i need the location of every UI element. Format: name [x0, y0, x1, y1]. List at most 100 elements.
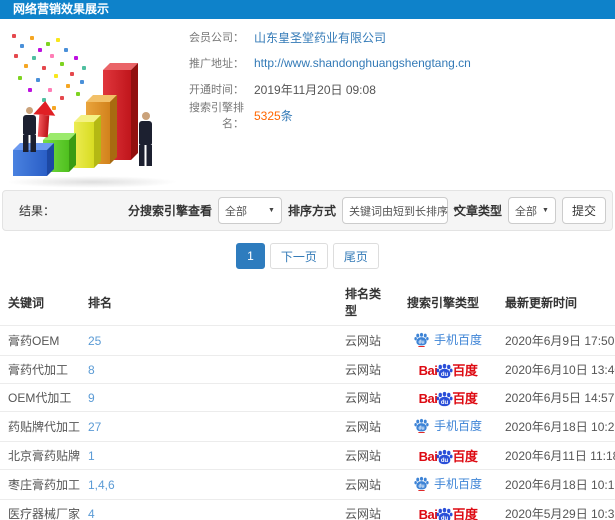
engine-filter-selected-value: 全部	[224, 205, 247, 218]
engine-filter-select[interactable]: 全部 ▼	[217, 197, 282, 224]
table-row: OEM代加工 9 云网站 Bai du 百度 2020年6月5日 14:57	[0, 383, 615, 412]
bar-chart-illustration	[0, 28, 190, 188]
page: { "header": { "title": "网络营销效果展示" }, "in…	[0, 0, 615, 520]
rank-link[interactable]: 25	[88, 334, 101, 348]
engine-type-cell: du 手机百度	[399, 411, 497, 442]
baidu-logo-suffix: 百度	[452, 363, 478, 378]
red-up-arrow-icon	[32, 100, 57, 138]
open-time-value: 2019年11月20日 09:08	[254, 82, 376, 97]
baidu-logo-suffix: 百度	[452, 391, 478, 406]
rank-type-cell: 云网站	[337, 325, 399, 356]
svg-text:du: du	[418, 339, 424, 345]
rank-link[interactable]: 4	[88, 507, 95, 520]
column-header-rank-type: 排名类型	[345, 287, 382, 318]
window-title-bar: 网络营销效果展示	[0, 0, 615, 19]
rank-link[interactable]: 27	[88, 420, 101, 434]
rank-type-cell: 云网站	[337, 469, 399, 500]
engine-type-cell: Bai du 百度	[399, 499, 497, 520]
time-cell: 2020年6月18日 10:25	[497, 411, 615, 442]
time-cell: 2020年5月29日 10:32	[497, 499, 615, 520]
article-type-select[interactable]: 全部 ▼	[507, 197, 556, 224]
member-company-link[interactable]: 山东皇圣堂药业有限公司	[254, 29, 386, 46]
rank-link[interactable]: 1,4,6	[88, 478, 115, 492]
table-row: 膏药OEM 25 云网站 du 手机百度 2020年6月9日 17:50	[0, 325, 615, 356]
mobile-baidu-label: 手机百度	[433, 333, 482, 347]
baidu-logo-prefix: Bai	[418, 391, 438, 406]
baidu-logo-suffix: 百度	[452, 507, 478, 520]
field-promo-url: 推广地址： http://www.shandonghuangshengtang.…	[178, 56, 471, 70]
chart-bar-yellow	[74, 122, 94, 168]
results-table: 关键词 排名 排名类型 搜索引擎类型 最新更新时间 膏药OEM 25 云网站 d…	[0, 278, 615, 520]
article-type-selected-value: 全部	[514, 205, 537, 218]
result-label: 结果：	[19, 204, 56, 218]
mobile-baidu-badge: du 手机百度	[414, 417, 482, 434]
baidu-logo-badge: Bai du 百度	[419, 361, 478, 379]
engine-type-cell: du 手机百度	[399, 325, 497, 356]
table-row: 枣庄膏药加工 1,4,6 云网站 du 手机百度 2020年6月18日 10:1…	[0, 469, 615, 500]
businessman-figure-right	[139, 112, 152, 166]
page-title: 网络营销效果展示	[13, 2, 110, 16]
rank-type-cell: 云网站	[337, 411, 399, 442]
baidu-paw-icon: du	[436, 363, 453, 379]
sort-label: 排序方式	[287, 204, 336, 218]
ground-shadow	[6, 176, 178, 188]
baidu-paw-icon: du	[414, 476, 429, 491]
rank-type-cell: 云网站	[337, 383, 399, 412]
rank-type-cell: 云网站	[337, 499, 399, 520]
engine-type-cell: Bai du 百度	[399, 355, 497, 384]
member-company-label: 会员公司：	[189, 32, 244, 44]
table-header-row: 关键词 排名 排名类型 搜索引擎类型 最新更新时间	[0, 278, 615, 326]
confetti-dots-decoration	[12, 34, 16, 38]
column-header-keyword: 关键词	[8, 295, 45, 310]
rank-link[interactable]: 8	[88, 363, 95, 377]
baidu-paw-icon: du	[436, 507, 453, 520]
field-open-time: 开通时间： 2019年11月20日 09:08	[178, 82, 471, 97]
baidu-logo-badge: Bai du 百度	[418, 447, 478, 465]
promo-url-link[interactable]: http://www.shandonghuangshengtang.cn	[254, 56, 471, 70]
keyword-cell: 膏药代加工	[0, 355, 80, 384]
rank-link[interactable]: 1	[88, 449, 95, 463]
baidu-paw-icon: du	[436, 391, 453, 407]
pagination: 1 下一页 尾页	[0, 243, 615, 269]
open-time-label: 开通时间：	[189, 84, 244, 96]
mobile-baidu-badge: du 手机百度	[414, 331, 482, 348]
time-cell: 2020年6月11日 11:18	[497, 441, 615, 470]
time-cell: 2020年6月5日 14:57	[497, 383, 615, 412]
chevron-down-icon: ▼	[542, 207, 549, 214]
ranking-count-value: 5325	[254, 108, 281, 123]
submit-button[interactable]: 提交	[561, 197, 606, 224]
rank-type-cell: 云网站	[337, 441, 399, 470]
mobile-baidu-label: 手机百度	[433, 477, 482, 491]
sort-select[interactable]: 关键词由短到长排序 ▼	[341, 197, 459, 224]
baidu-logo-suffix: 百度	[452, 449, 478, 464]
rank-link[interactable]: 9	[88, 391, 95, 405]
mobile-baidu-badge: du 手机百度	[414, 475, 482, 492]
baidu-logo-prefix: Bai	[418, 507, 438, 520]
ranking-count-unit: 条	[280, 108, 293, 123]
keyword-cell: 膏药OEM	[0, 325, 80, 356]
svg-text:du: du	[418, 483, 424, 489]
svg-text:du: du	[441, 458, 449, 464]
baidu-logo-prefix: Bai	[418, 449, 438, 464]
page-button-current[interactable]: 1	[236, 243, 265, 269]
ranking-count-label: 搜索引擎排名：	[189, 102, 244, 130]
field-member-company: 会员公司： 山东皇圣堂药业有限公司	[178, 29, 471, 46]
table-row: 北京膏药贴牌 1 云网站 Bai du 百度 2020年6月11日 11:18	[0, 441, 615, 470]
table-row: 医疗器械厂家 4 云网站 Bai du 百度 2020年5月29日 10:32	[0, 499, 615, 520]
baidu-paw-icon: du	[414, 418, 429, 433]
info-section: 会员公司： 山东皇圣堂药业有限公司 推广地址： http://www.shand…	[0, 28, 615, 188]
baidu-paw-icon: du	[414, 332, 429, 347]
keyword-cell: 药贴牌代加工	[0, 411, 80, 442]
filter-controls: 分搜索引擎查看 全部 ▼ 排序方式 关键词由短到长排序 ▼ 文章类型 全部 ▼ …	[128, 197, 606, 224]
column-header-rank: 排名	[88, 295, 113, 310]
next-page-button[interactable]: 下一页	[269, 243, 328, 269]
time-cell: 2020年6月18日 10:19	[497, 469, 615, 500]
last-page-button[interactable]: 尾页	[332, 243, 379, 269]
keyword-cell: 医疗器械厂家	[0, 499, 80, 520]
baidu-logo-badge: Bai du 百度	[419, 505, 478, 520]
svg-text:du: du	[441, 400, 449, 406]
time-cell: 2020年6月10日 13:40	[497, 355, 615, 384]
rank-type-cell: 云网站	[337, 355, 399, 384]
field-ranking-count: 搜索引擎排名： 5325条	[178, 102, 471, 130]
column-header-engine-type: 搜索引擎类型	[407, 295, 480, 310]
